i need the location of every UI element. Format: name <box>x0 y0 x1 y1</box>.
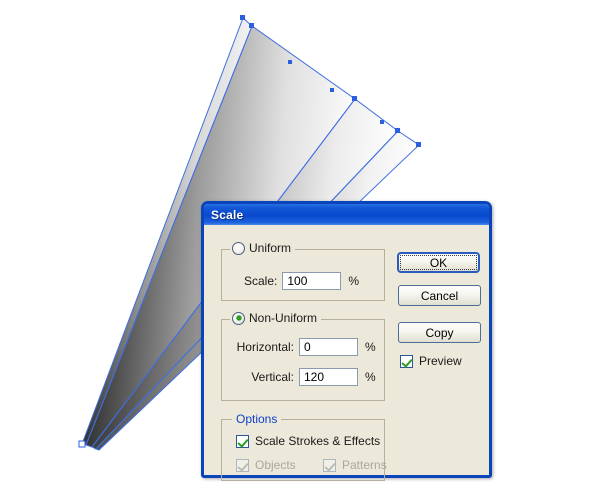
horizontal-input[interactable] <box>299 338 358 356</box>
uniform-group: Uniform Scale: % <box>221 241 385 301</box>
dialog-title: Scale <box>211 207 244 222</box>
copy-button[interactable]: Copy <box>398 322 481 343</box>
vertical-input[interactable] <box>299 368 358 386</box>
objects-checkbox <box>236 458 249 472</box>
non-uniform-group: Non-Uniform Horizontal: % Vertical: % <box>221 311 385 401</box>
preview-row[interactable]: Preview <box>400 354 462 368</box>
scale-strokes-effects-label: Scale Strokes & Effects <box>255 434 381 448</box>
non-uniform-radio-row[interactable]: Non-Uniform <box>230 311 322 325</box>
cancel-button[interactable]: Cancel <box>398 285 481 306</box>
dialog-titlebar[interactable]: Scale <box>204 204 489 225</box>
scale-strokes-effects-checkbox[interactable] <box>236 434 249 448</box>
options-group-label: Options <box>232 412 282 426</box>
path-apex-anchor[interactable] <box>78 440 86 448</box>
dialog-body: Uniform Scale: % Non-Uniform Horizontal:… <box>204 225 489 481</box>
options-group: Options Scale Strokes & Effects Objects … <box>221 412 387 481</box>
uniform-radio-row[interactable]: Uniform <box>230 241 296 255</box>
scale-dialog: Scale Uniform Scale: % Non-Uniform Horiz… <box>201 201 492 481</box>
objects-label: Objects <box>255 458 296 472</box>
horizontal-field-row: Horizontal: % <box>230 338 376 356</box>
scale-strokes-effects-row[interactable]: Scale Strokes & Effects <box>236 434 380 448</box>
vertical-field-row: Vertical: % <box>230 368 376 386</box>
vertical-percent-symbol: % <box>365 370 376 384</box>
ok-button[interactable]: OK <box>397 252 480 273</box>
uniform-radio[interactable] <box>232 241 245 255</box>
patterns-label: Patterns <box>342 458 387 472</box>
non-uniform-radio[interactable] <box>232 311 245 325</box>
non-uniform-label: Non-Uniform <box>249 311 318 325</box>
cancel-button-label: Cancel <box>420 288 459 303</box>
horizontal-percent-symbol: % <box>365 340 376 354</box>
preview-checkbox[interactable] <box>400 354 413 368</box>
scale-input[interactable] <box>282 272 342 290</box>
scale-field-row: Scale: % <box>244 272 359 290</box>
vertical-field-label: Vertical: <box>251 370 294 384</box>
uniform-label: Uniform <box>249 241 292 255</box>
copy-button-label: Copy <box>425 325 454 340</box>
objects-row: Objects <box>236 458 296 472</box>
ok-button-label: OK <box>429 255 448 270</box>
patterns-checkbox <box>323 458 336 472</box>
horizontal-field-label: Horizontal: <box>236 340 294 354</box>
patterns-row: Patterns <box>323 458 387 472</box>
scale-field-label: Scale: <box>244 274 278 288</box>
scale-percent-symbol: % <box>348 274 360 288</box>
preview-label: Preview <box>419 354 462 368</box>
